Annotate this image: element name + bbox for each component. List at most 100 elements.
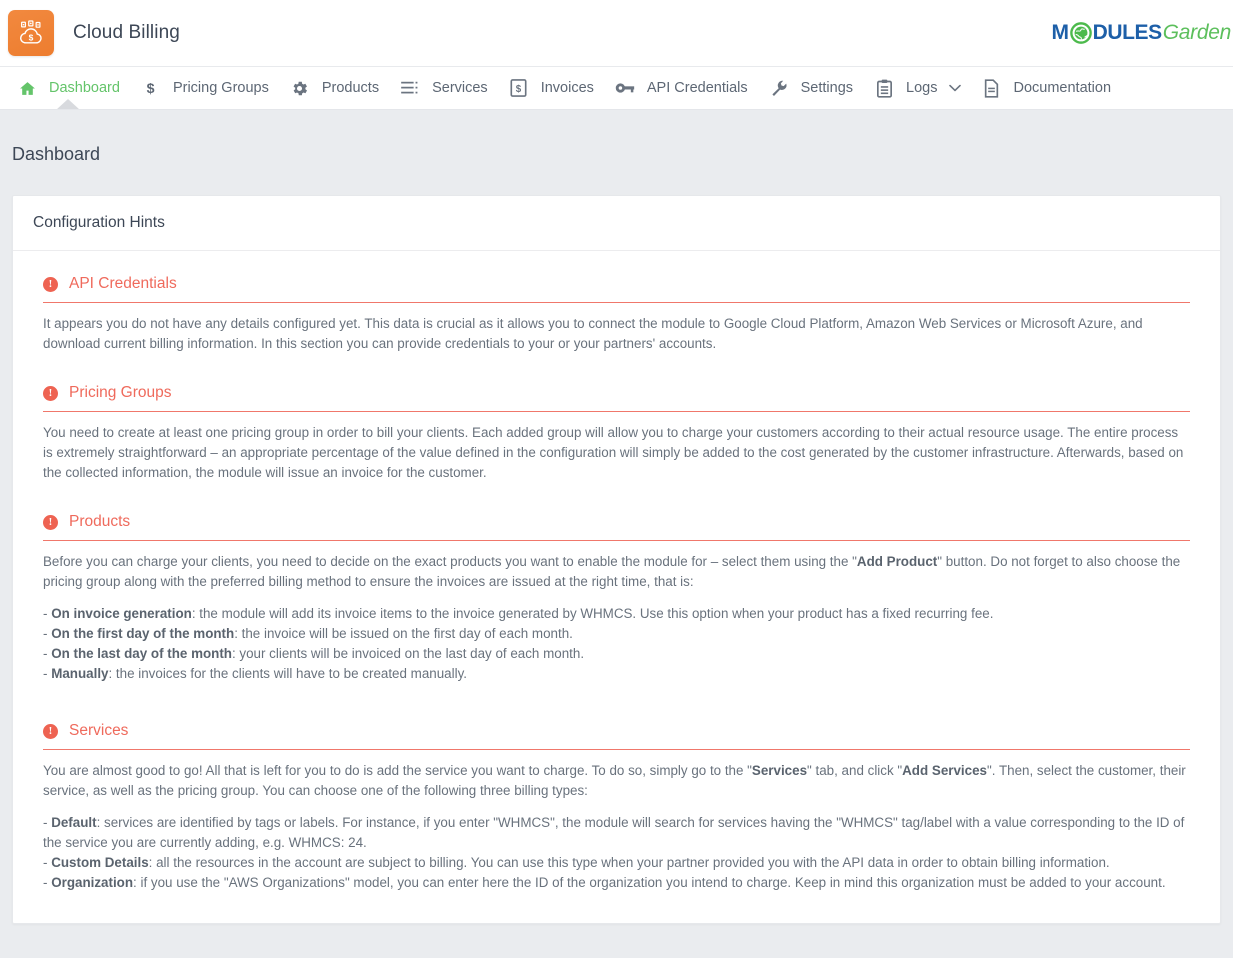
list-item-text: : if you use the "AWS Organizations" mod…: [133, 875, 1166, 890]
list-item-text: : services are identified by tags or lab…: [43, 815, 1185, 850]
list-bullet: -: [43, 815, 52, 830]
hint-api-credentials: ! API Credentials It appears you do not …: [43, 275, 1190, 354]
hint-paragraph: Before you can charge your clients, you …: [43, 552, 1190, 592]
hint-paragraph: It appears you do not have any details c…: [43, 316, 1143, 351]
hint-header: ! Pricing Groups: [43, 384, 1190, 412]
hint-body: You are almost good to go! All that is l…: [43, 750, 1190, 893]
nav-label: Invoices: [540, 80, 594, 96]
nav-item-pricing-groups[interactable]: $ Pricing Groups: [130, 67, 279, 109]
list-item-label: On the first day of the month: [51, 626, 235, 641]
hint-paragraph-mid: " tab, and click ": [807, 763, 903, 778]
nav-label: Settings: [800, 80, 854, 96]
dollar-icon: $: [140, 79, 162, 97]
exclamation-circle-icon: !: [43, 514, 58, 530]
list-item: - On the first day of the month: the inv…: [43, 624, 1190, 644]
vendor-logo-text: M DULES: [1051, 21, 1163, 45]
list-item: - Custom Details: all the resources in t…: [43, 853, 1190, 873]
nav-label: Products: [321, 80, 380, 96]
hint-emphasis-add-product: Add Product: [856, 554, 938, 569]
hint-header: ! Services: [43, 722, 1190, 750]
nav-label: API Credentials: [646, 80, 748, 96]
exclamation-circle-icon: !: [43, 385, 58, 401]
hint-body: You need to create at least one pricing …: [43, 412, 1190, 483]
app-title: Cloud Billing: [73, 22, 180, 43]
nav-item-logs[interactable]: Logs: [863, 67, 970, 109]
list-item-text: : the invoices for the clients will have…: [108, 666, 467, 681]
list-item-text: : all the resources in the account are s…: [148, 855, 1110, 870]
list-icon: [399, 81, 421, 95]
nav-item-products[interactable]: Products: [279, 67, 389, 109]
exclamation-circle-icon: !: [43, 276, 58, 292]
nav-label: Logs: [906, 80, 938, 96]
invoice-icon: $: [508, 79, 530, 97]
active-tab-pointer: [56, 99, 80, 109]
hint-title: Services: [69, 722, 129, 739]
hint-body: Before you can charge your clients, you …: [43, 541, 1190, 684]
hint-emphasis-add-services: Add Services: [902, 763, 987, 778]
gear-icon: [289, 79, 311, 98]
list-item-label: Organization: [51, 875, 134, 890]
list-item-label: On invoice generation: [51, 606, 192, 621]
vendor-logo-m: M: [1051, 21, 1069, 44]
hint-paragraph-pre: Before you can charge your clients, you …: [43, 554, 857, 569]
card-title: Configuration Hints: [13, 196, 1220, 251]
key-icon: [614, 81, 636, 95]
list-item-label: Manually: [51, 666, 109, 681]
list-item-label: Default: [51, 815, 97, 830]
modulesgarden-logo: M DULES Garden: [1051, 16, 1231, 50]
nav-label: Dashboard: [49, 80, 120, 96]
nav-item-settings[interactable]: Settings: [758, 67, 863, 109]
nav-item-documentation[interactable]: Documentation: [971, 67, 1122, 109]
page-title: Dashboard: [12, 144, 101, 164]
list-bullet: -: [43, 626, 52, 641]
list-item-text: : the module will add its invoice items …: [191, 606, 994, 621]
hint-title: Pricing Groups: [69, 384, 172, 401]
chevron-down-icon[interactable]: [948, 84, 961, 92]
list-item: - Organization: if you use the "AWS Orga…: [43, 873, 1190, 893]
hint-pricing-groups: ! Pricing Groups You need to create at l…: [43, 384, 1190, 483]
hint-services: ! Services You are almost good to go! Al…: [43, 722, 1190, 893]
hint-emphasis-services: Services: [751, 763, 808, 778]
main-navigation: Dashboard $ Pricing Groups Products Serv…: [0, 66, 1233, 110]
hint-list: - On invoice generation: the module will…: [43, 604, 1190, 684]
list-bullet: -: [43, 666, 52, 681]
vendor-logo-garden: Garden: [1162, 21, 1232, 44]
svg-text:$: $: [29, 33, 34, 43]
globe-icon: [1069, 22, 1092, 44]
nav-label: Pricing Groups: [172, 80, 269, 96]
hint-body: It appears you do not have any details c…: [43, 303, 1190, 354]
list-item: - On the last day of the month: your cli…: [43, 644, 1190, 664]
nav-label: Documentation: [1013, 80, 1112, 96]
list-item-label: On the last day of the month: [51, 646, 232, 661]
svg-text:$: $: [516, 84, 522, 95]
hint-paragraph: You are almost good to go! All that is l…: [43, 761, 1190, 801]
list-item: - Default: services are identified by ta…: [43, 813, 1190, 853]
nav-item-services[interactable]: Services: [389, 67, 498, 109]
home-icon: [16, 80, 38, 97]
hint-header: ! API Credentials: [43, 275, 1190, 303]
nav-item-invoices[interactable]: $ Invoices: [498, 67, 604, 109]
list-item-text: : your clients will be invoiced on the l…: [231, 646, 585, 661]
hint-products: ! Products Before you can charge your cl…: [43, 513, 1190, 684]
exclamation-circle-icon: !: [43, 723, 58, 739]
hint-paragraph: You need to create at least one pricing …: [43, 425, 1184, 480]
hint-title: Products: [69, 513, 131, 530]
document-icon: [981, 78, 1003, 98]
hint-header: ! Products: [43, 513, 1190, 541]
brand: $ Cloud Billing: [4, 10, 180, 56]
card-body: ! API Credentials It appears you do not …: [13, 251, 1220, 923]
list-item-label: Custom Details: [51, 855, 149, 870]
configuration-hints-card: Configuration Hints ! API Credentials It…: [12, 195, 1221, 924]
clipboard-icon: [873, 79, 895, 98]
nav-item-api-credentials[interactable]: API Credentials: [604, 67, 758, 109]
list-item-text: : the invoice will be issued on the firs…: [234, 626, 573, 641]
cloud-dollar-icon: $: [8, 10, 54, 56]
wrench-icon: [768, 79, 790, 97]
hint-paragraph-pre: You are almost good to go! All that is l…: [43, 763, 752, 778]
list-item: - Manually: the invoices for the clients…: [43, 664, 1190, 684]
app-header: $ Cloud Billing M DULES Garden: [0, 0, 1233, 66]
list-item: - On invoice generation: the module will…: [43, 604, 1190, 624]
list-bullet: -: [43, 646, 52, 661]
hint-list: - Default: services are identified by ta…: [43, 813, 1190, 893]
vendor-logo-dules: DULES: [1092, 21, 1163, 44]
